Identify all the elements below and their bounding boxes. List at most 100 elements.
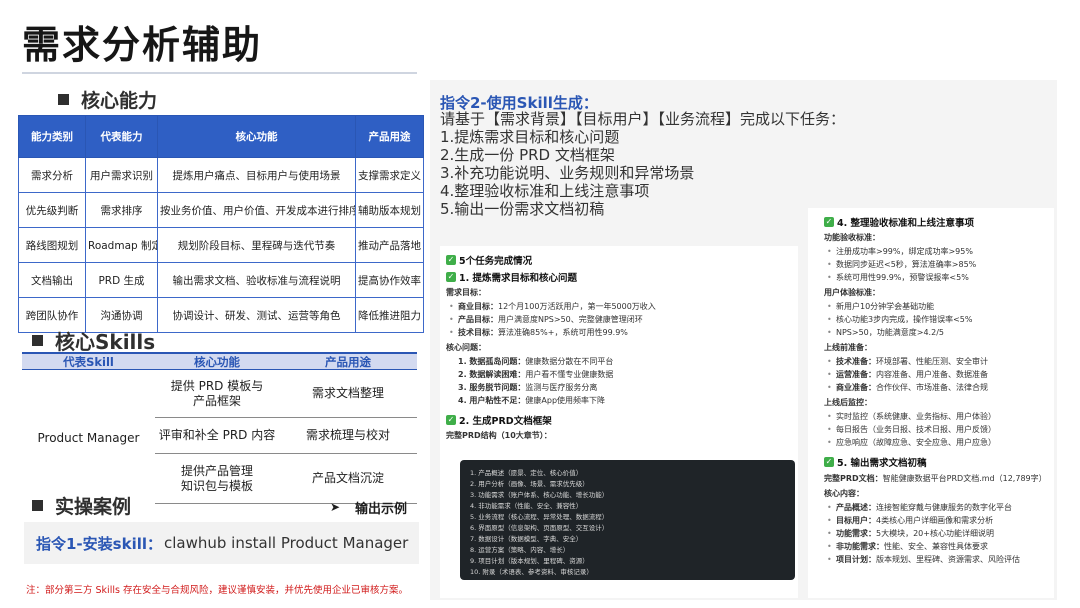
prompt-line: 1.提炼需求目标和核心问题 [440,128,620,146]
task4-heading: ✓ 4. 整理验收标准和上线注意事项 [824,217,975,229]
skills-header-cell: 产品用途 [325,354,371,369]
content-item-key: 目标用户： [836,516,876,525]
skills-header-cell: 代表Skill [63,354,114,369]
table-cell: 需求排序 [85,192,158,228]
postlaunch-item: 实时监控（系统健康、业务指标、用户体验） [824,410,1038,423]
problem-item-key: 3. 服务脱节问题： [458,383,526,392]
prelaunch-item: 技术准备：环境部署、性能压测、安全审计 [824,355,1038,368]
section-cases-label: 实操案例 [55,496,132,518]
table-cell: 规划阶段目标、里程碑与迭代节奏 [157,227,356,263]
content-item-key: 项目计划： [836,555,876,564]
content-item: 目标用户：4类核心用户详细画像和需求分析 [824,514,1038,527]
section-ability-label: 核心能力 [81,90,158,112]
prelaunch-item-value: 环境部署、性能压测、安全审计 [876,357,988,366]
table-cell: 文档输出 [18,262,86,298]
prelaunch-item: 运营准备：内容准备、用户准备、数据准备 [824,368,1038,381]
content-item-value: 5大模块，20+核心功能详细说明 [876,529,994,538]
problems-subtitle: 核心问题： [446,343,486,352]
code-line: 2. 用户分析（画像、场景、需求优先级） [470,480,589,488]
content-item: 项目计划：版本规划、里程碑、资源需求、风险评估 [824,553,1038,566]
ability-table: 能力类别 代表能力 核心功能 产品用途 需求分析 用户需求识别 提炼用户痛点、目标用户与使… [18,115,424,333]
table-cell: 降低推进阻力 [355,297,424,333]
ability-header-cell: 核心功能 [157,115,356,158]
example-label: 输出示例 [355,502,408,517]
task1-heading: ✓ 1. 提炼需求目标和核心问题 [446,272,578,284]
prd-doc-line: 完整PRD文档：智能健康数据平台PRD文档.md（12,789字） [824,474,1047,483]
skill-func-line: 提供产品管理 [180,463,253,478]
func-criteria-item: 系统可用性99.9%，预警误报率<5% [824,271,1038,284]
prd-structure-subtitle: 完整PRD结构（10大章节）： [446,431,552,440]
code-line: 4. 非功能需求（性能、安全、兼容性） [470,502,583,510]
section-cases-heading: 实操案例 [32,492,131,519]
arrow-right-icon: ➤ [330,500,341,514]
content-item-value: 4类核心用户详细画像和需求分析 [876,516,994,525]
skill-func-line: 知识包与模板 [180,478,253,493]
table-cell: 输出需求文档、验收标准与流程说明 [157,262,356,298]
skills-table: 代表Skill 核心功能 产品用途 Product Manager 提供 PRD… [22,352,417,508]
content-item: 非功能需求：性能、安全、兼容性具体要求 [824,540,1038,553]
square-bullet-icon [32,500,43,511]
table-cell: 路线图规划 [18,227,86,263]
table-cell: 提高协作效率 [355,262,424,298]
content-item-value: 性能、安全、兼容性具体要求 [884,542,988,551]
check-icon: ✓ [446,272,456,282]
problem-item-value: 用户看不懂专业健康数据 [525,370,614,379]
install-command-value: clawhub install Product Manager [164,534,409,552]
table-cell: 协调设计、研发、测试、运营等角色 [157,297,356,333]
problem-item-value: 健康数据分散在不同平台 [525,357,614,366]
prelaunch-item-value: 合作伙伴、市场准备、法律合规 [876,383,988,392]
table-cell: 辅助版本规划 [355,192,424,228]
skill-func-line: 提供 PRD 模板与 [170,378,264,393]
code-line: 6. 界面原型（信息架构、页面原型、交互设计） [470,524,609,532]
table-row: 需求分析 用户需求识别 提炼用户痛点、目标用户与使用场景 支撑需求定义 [18,157,424,193]
problem-item-value: 健康App使用频率下降 [525,396,606,405]
prelaunch-item-key: 运营准备： [836,370,876,379]
code-line: 1. 产品概述（愿景、定位、核心价值） [470,469,583,477]
prompt-line: 2.生成一份 PRD 文档框架 [440,146,615,164]
ability-header-cell: 能力类别 [18,115,86,158]
problem-item-key: 1. 数据孤岛问题： [458,357,526,366]
square-bullet-icon [58,94,69,105]
table-cell: 提炼用户痛点、目标用户与使用场景 [157,157,356,193]
risk-note: 注：部分第三方 Skills 存在安全与合规风险，建议谨慎安装，并优先使用企业已… [26,585,408,596]
code-line: 8. 运营方案（策略、内容、增长） [470,546,570,554]
task-summary-heading: ✓ 5个任务完成情况 [446,255,533,267]
ux-criteria-item: 核心功能3步内完成，操作错误率<5% [824,313,1038,326]
func-criteria-item: 注册成功率>99%，绑定成功率>95% [824,245,1038,258]
result-screenshot-left: ✓5个任务完成情况 ✓1. 提炼需求目标和核心问题 需求目标： 商业目标：12个… [440,246,798,598]
table-cell: 优先级判断 [18,192,86,228]
content-item-value: 版本规划、里程碑、资源需求、风险评估 [876,555,1020,564]
content-item-key: 非功能需求： [836,542,884,551]
skills-row: 评审和补全 PRD 内容 需求梳理与校对 [155,418,417,454]
ux-criteria-item: NPS>50，功能满意度>4.2/5 [824,326,1038,339]
skill-use: 产品文档沉淀 [311,471,384,485]
title-underline [22,72,417,74]
prompt-line: 5.输出一份需求文档初稿 [440,200,605,218]
ability-header-cell: 代表能力 [85,115,158,158]
skills-row: 提供产品管理 知识包与模板 产品文档沉淀 [155,454,417,504]
table-cell: 支撑需求定义 [355,157,424,193]
goal-item-key: 商业目标： [458,302,498,311]
skill-func-line: 评审和补全 PRD 内容 [158,428,276,442]
table-row: 文档输出 PRD 生成 输出需求文档、验收标准与流程说明 提高协作效率 [18,262,424,298]
code-line: 10. 附录（术语表、参考资料、审核记录） [470,568,593,576]
code-line: 7. 数据设计（数据模型、字典、安全） [470,535,583,543]
prelaunch-item-value: 内容准备、用户准备、数据准备 [876,370,988,379]
goal-item: 商业目标：12个月100万活跃用户，第一年5000万收入 [446,300,792,313]
problem-item-key: 2. 数据解读困难： [458,370,526,379]
skill-use: 需求梳理与校对 [305,428,390,442]
code-line: 3. 功能需求（账户体系、核心功能、增长功能） [470,491,609,499]
example-panel: 指令2-使用Skill生成： 请基于【需求背景】【目标用户】【业务流程】完成以下… [430,80,1057,600]
ability-header-cell: 产品用途 [355,115,424,158]
table-row: 优先级判断 需求排序 按业务价值、用户价值、开发成本进行排序 辅助版本规划 [18,192,424,228]
goals-subtitle: 需求目标： [446,288,486,297]
page-title: 需求分析辅助 [22,23,263,67]
goal-item: 技术目标：算法准确85%+，系统可用性99.9% [446,326,792,339]
install-command-key: 指令1-安装skill： [36,534,162,553]
prd-structure-code: 1. 产品概述（愿景、定位、核心价值） 2. 用户分析（画像、场景、需求优先级） 3… [460,460,795,580]
square-bullet-icon [32,335,43,346]
skill-func-line: 产品框架 [192,393,241,408]
task5-heading: ✓ 5. 输出需求文档初稿 [824,457,927,469]
postlaunch-title: 上线后监控： [824,398,872,407]
table-cell: 按业务价值、用户价值、开发成本进行排序 [157,192,356,228]
